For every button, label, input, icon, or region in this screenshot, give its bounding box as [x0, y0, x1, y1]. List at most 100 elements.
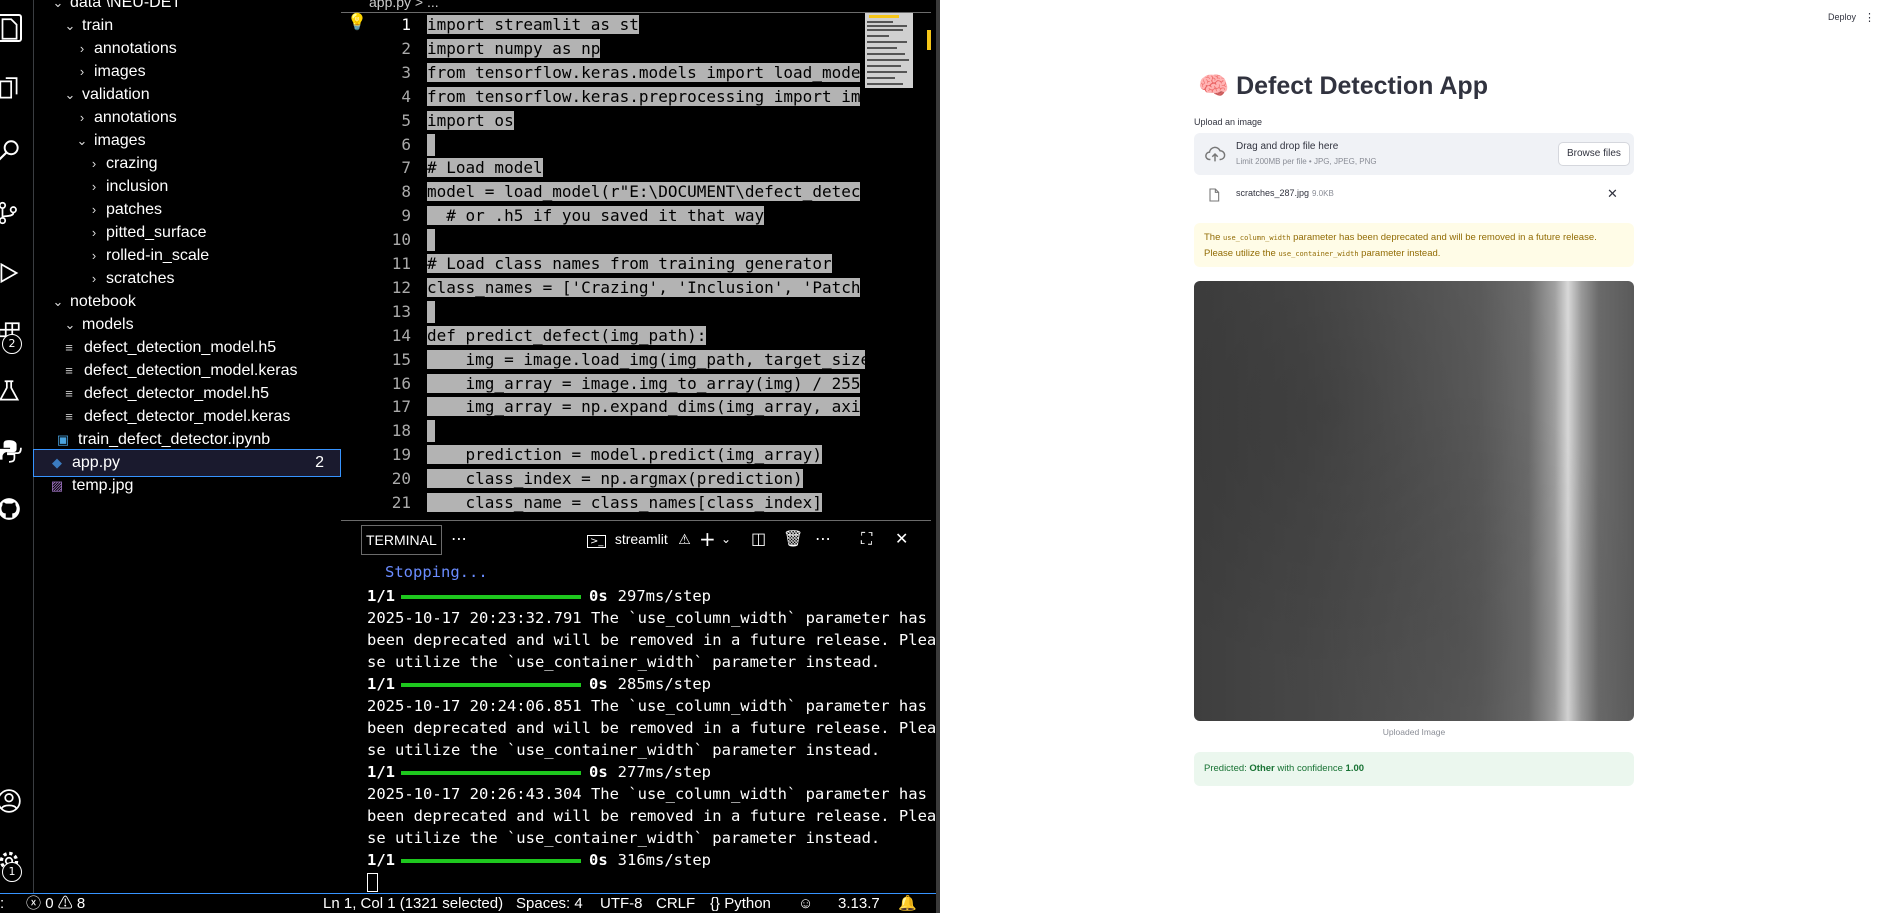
language-mode[interactable]: {} Python	[710, 894, 771, 913]
line-number: 1	[401, 15, 411, 34]
step-count: 1/1	[367, 675, 395, 693]
pred-mid: with confidence	[1274, 763, 1346, 774]
step-time: 0s	[589, 763, 608, 781]
code-content[interactable]: import streamlit as st import numpy as np…	[427, 13, 865, 520]
step-count: 1/1	[367, 851, 395, 869]
warning-icon: ⚠	[678, 532, 691, 548]
tree-item-label: images	[94, 63, 146, 80]
lightbulb-icon[interactable]: 💡	[347, 12, 367, 32]
code-line: from tensorflow.keras.models import load…	[427, 62, 861, 84]
settings-badge: 1	[2, 862, 22, 882]
tree-item-label: images	[94, 132, 146, 149]
tree-item-label: defect_detector_model.keras	[84, 408, 291, 425]
terminal-line: se utilize the `use_container_width` par…	[367, 653, 881, 671]
tab-terminal[interactable]: TERMINAL	[361, 525, 442, 555]
file-item[interactable]: ▨ temp.jpg	[34, 473, 340, 499]
problems-indicator[interactable]: ⓧ 0 ⚠ 8	[26, 894, 85, 913]
tree-item-label: annotations	[94, 109, 177, 126]
step-count: 1/1	[367, 587, 395, 605]
terminal-stopping: Stopping...	[385, 563, 488, 581]
code-line-text: import os	[427, 110, 514, 130]
status-bar: : ⓧ 0 ⚠ 8 Ln 1, Col 1 (1321 selected) Sp…	[0, 893, 936, 913]
progress-line: 1/1 0s 316ms/step	[367, 849, 711, 871]
run-debug-icon[interactable]	[0, 260, 22, 286]
drop-limit: Limit 200MB per file • JPG, JPEG, PNG	[1236, 157, 1377, 166]
remote-indicator[interactable]: :	[0, 894, 4, 913]
remove-file-icon[interactable]: ✕	[1607, 186, 1618, 202]
pred-class: Other	[1249, 763, 1275, 774]
step-rate: 297ms/step	[617, 587, 711, 605]
code-line: class_names = ['Crazing', 'Inclusion', '…	[427, 277, 861, 299]
braces-icon: {}	[710, 895, 721, 912]
uploaded-image	[1194, 281, 1634, 721]
code-line	[427, 420, 435, 443]
code-line-text: import streamlit as st	[427, 15, 639, 34]
brain-icon: 🧠	[1198, 72, 1230, 100]
cloud-upload-icon	[1204, 143, 1226, 165]
close-panel-icon[interactable]: ✕	[895, 529, 908, 549]
code-line: import numpy as np	[427, 38, 601, 60]
overflow-menu-icon[interactable]: ⋯	[815, 529, 831, 549]
code-line	[427, 229, 435, 252]
main-menu-icon[interactable]: ⋮	[1864, 11, 1875, 24]
line-number: 18	[391, 421, 411, 441]
drop-text: Drag and drop file here	[1236, 141, 1339, 152]
deploy-button[interactable]: Deploy	[1828, 12, 1856, 22]
account-icon[interactable]	[0, 788, 22, 814]
progress-bar	[401, 858, 581, 863]
editor-scrollbar[interactable]	[927, 30, 931, 50]
terminal-cursor	[367, 873, 378, 892]
file-dropzone[interactable]: Drag and drop file here Limit 200MB per …	[1194, 133, 1634, 175]
code-editor[interactable]: app.py > ... 💡 1 2 3 4 5 6 7 8 9 10 11 12 13 14 15 16 17…	[341, 0, 931, 520]
terminal-line: 2025-10-17 20:26:43.304 The `use_column_…	[367, 785, 927, 803]
warning-icon: ⚠	[57, 895, 73, 912]
tree-item-label: patches	[106, 201, 163, 218]
python-icon[interactable]	[0, 438, 22, 464]
tree-item-label: defect_detector_model.h5	[84, 385, 270, 402]
split-terminal-icon[interactable]: ◫	[751, 529, 766, 549]
indentation[interactable]: Spaces: 4	[516, 894, 583, 913]
progress-bar	[401, 682, 581, 687]
code-line-text: def predict_defect(img_path):	[427, 325, 707, 345]
testing-icon[interactable]	[0, 378, 22, 404]
breadcrumb[interactable]: app.py > ...	[369, 0, 439, 10]
line-ending[interactable]: CRLF	[656, 894, 695, 913]
trash-icon[interactable]: 🗑	[783, 529, 803, 549]
new-terminal-icon[interactable]: +	[699, 529, 716, 549]
code-line-text	[427, 133, 435, 156]
deprecation-warning: The use_column_width parameter has been …	[1194, 223, 1634, 267]
warning-part-3: parameter instead.	[1358, 248, 1441, 259]
minimap[interactable]	[865, 13, 913, 88]
line-number: 14	[391, 325, 411, 345]
bell-icon[interactable]: 🔔	[898, 894, 917, 913]
explorer-icon[interactable]	[0, 14, 22, 42]
tree-item-label: scratches	[106, 270, 175, 287]
source-control-icon[interactable]	[0, 200, 22, 226]
prediction-result: Predicted: Other with confidence 1.00	[1194, 752, 1634, 786]
chevron-down-icon[interactable]: ⌄	[721, 529, 731, 549]
terminal-shell-selector[interactable]: >_ streamlit ⚠	[587, 529, 691, 549]
copilot-icon[interactable]: ☺	[798, 894, 813, 913]
line-number: 3	[401, 62, 411, 82]
page-title: 🧠 Defect Detection App	[1198, 72, 1488, 101]
browse-files-button[interactable]: Browse files	[1558, 142, 1630, 166]
github-icon[interactable]	[0, 496, 22, 522]
search-icon[interactable]	[0, 138, 22, 164]
code-line-text: prediction = model.predict(img_array)	[427, 445, 822, 465]
code-line: import streamlit as st	[427, 14, 639, 36]
maximize-panel-icon[interactable]: ⛶	[861, 529, 872, 549]
code-line: def predict_defect(img_path):	[427, 325, 707, 347]
code-line-text: import numpy as np	[427, 38, 601, 58]
code-line-text: img_array = image.img_to_array(img) / 25…	[427, 373, 861, 393]
code-line: img_array = image.img_to_array(img) / 25…	[427, 373, 861, 395]
terminal-panel: TERMINAL ⋯ >_ streamlit ⚠ + ⌄ ◫ 🗑 ⋯ ⛶ ✕ …	[341, 520, 936, 894]
encoding[interactable]: UTF-8	[600, 894, 643, 913]
activity-bar: 2 1	[0, 0, 34, 893]
files-icon[interactable]	[0, 76, 22, 102]
python-version[interactable]: 3.13.7	[838, 894, 880, 913]
terminal-header: TERMINAL ⋯ >_ streamlit ⚠ + ⌄ ◫ 🗑 ⋯ ⛶ ✕	[341, 521, 931, 559]
cursor-position[interactable]: Ln 1, Col 1 (1321 selected)	[323, 894, 503, 913]
progress-line: 1/1 0s 285ms/step	[367, 673, 711, 695]
more-actions-icon[interactable]: ⋯	[451, 529, 467, 549]
terminal-shell-icon: >_	[587, 535, 607, 548]
